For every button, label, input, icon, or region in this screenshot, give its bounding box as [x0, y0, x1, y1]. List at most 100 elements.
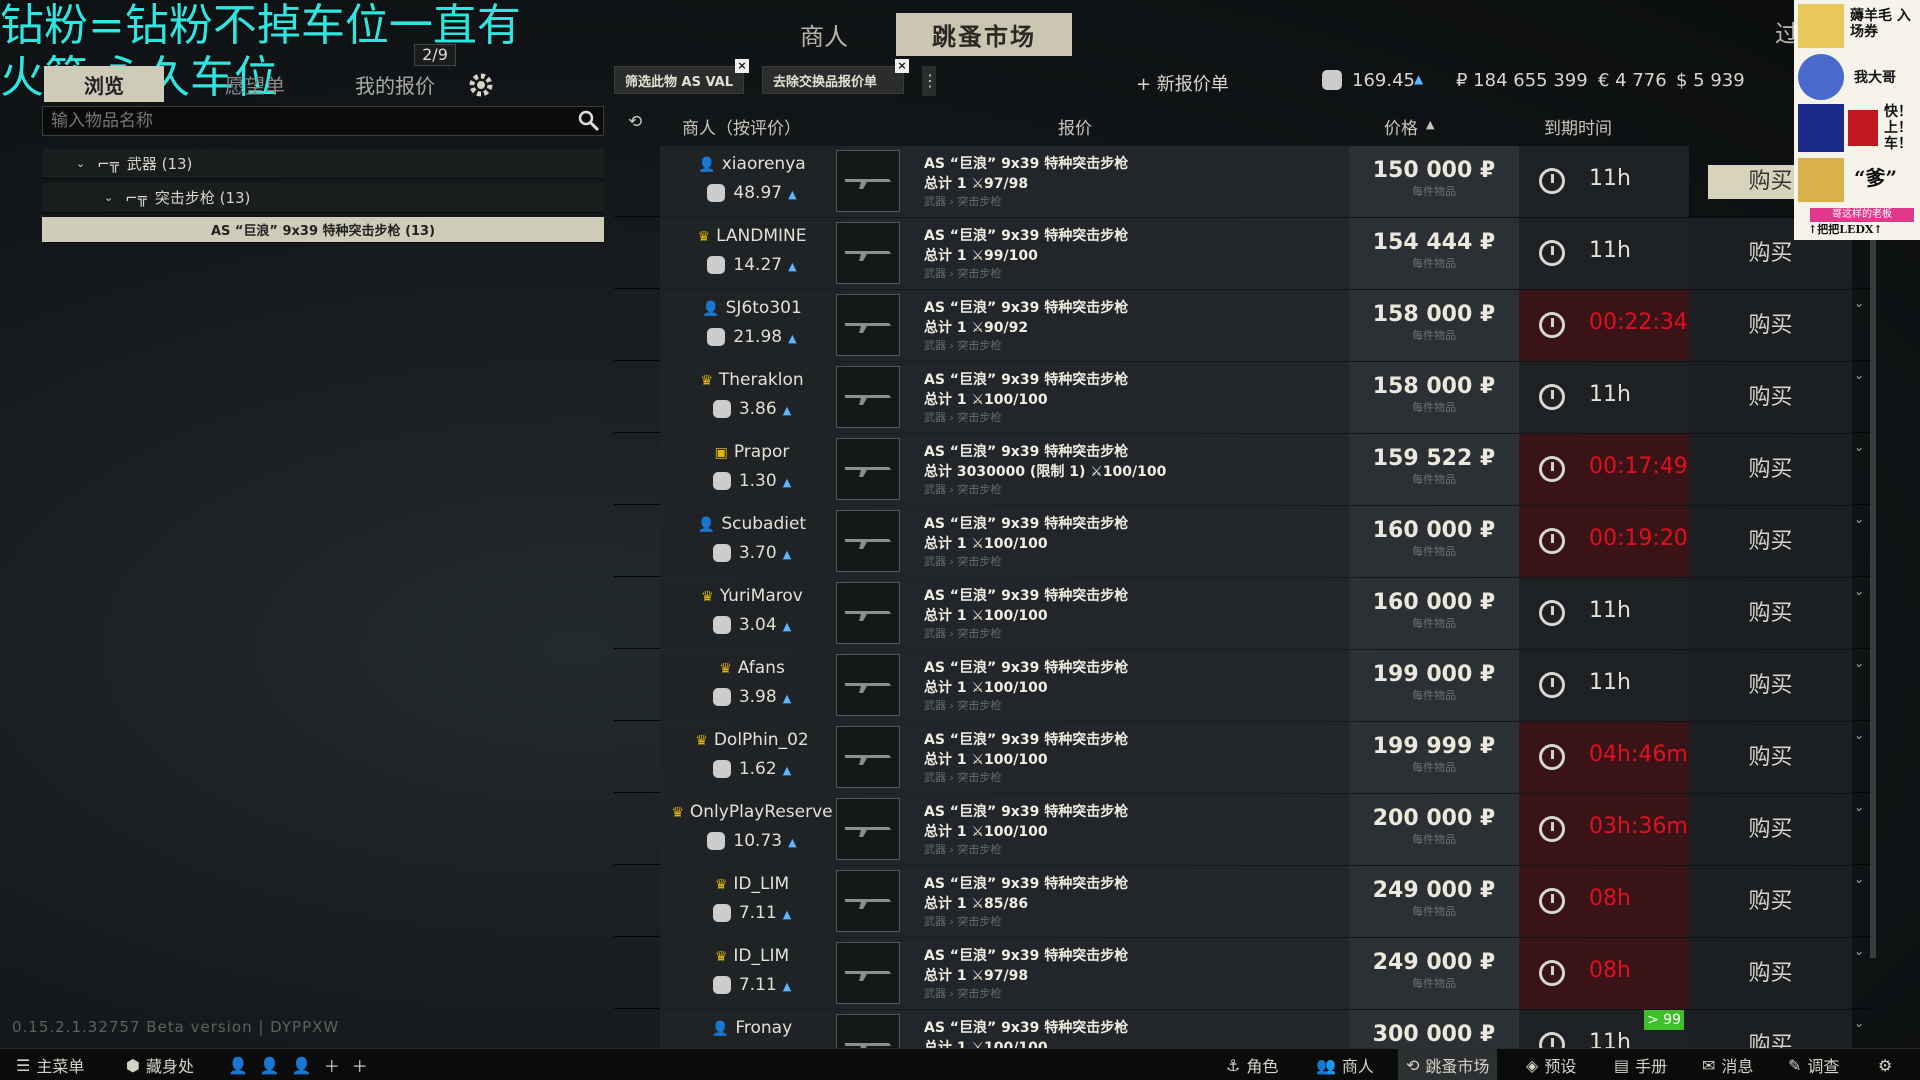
buy-button[interactable]: 购买: [1689, 290, 1852, 361]
chevron-down-icon[interactable]: ⌄: [1854, 800, 1864, 814]
buy-button[interactable]: 购买: [1689, 506, 1852, 577]
offer-row[interactable]: 👤 xiaorenya 48.97 ▲ AS “巨浪” 9x39 特种突击步枪 总计 1 …: [614, 146, 1870, 217]
seller-name[interactable]: ♛ Afans: [660, 658, 844, 678]
sort-expiry[interactable]: 到期时间: [1544, 114, 1612, 139]
seller-name[interactable]: ♛ DolPhin_02: [660, 730, 844, 750]
offer-row[interactable]: 👤 SJ6to301 21.98 ▲ AS “巨浪” 9x39 特种突击步枪 总计 1 ⚔…: [614, 290, 1870, 361]
chevron-down-icon[interactable]: ⌄: [1854, 512, 1864, 526]
seller-name[interactable]: 👤 Fronay: [660, 1018, 844, 1038]
rifle-thumbnail[interactable]: [836, 798, 900, 860]
rifle-thumbnail[interactable]: [836, 366, 900, 428]
more-options-icon[interactable]: ⋮: [922, 66, 938, 96]
user-icon[interactable]: 👤: [260, 1056, 280, 1075]
tree-item-assault-rifles[interactable]: ⌄ ⌐╦ 突击步枪 (13): [42, 183, 604, 213]
chevron-down-icon[interactable]: ⌄: [1854, 872, 1864, 886]
buy-button[interactable]: 购买: [1689, 362, 1852, 433]
seller-cell: ♛ LANDMINE 14.27 ▲: [660, 218, 844, 289]
survey-button[interactable]: ✎ 调查: [1788, 1049, 1839, 1080]
search-input[interactable]: [43, 107, 603, 135]
offer-row[interactable]: 👤 Scubadiet 3.70 ▲ AS “巨浪” 9x39 特种突击步枪 总计 1 ⚔…: [614, 506, 1870, 577]
seller-name[interactable]: 👤 SJ6to301: [660, 298, 844, 318]
chevron-down-icon[interactable]: ⌄: [1854, 728, 1864, 742]
seller-name[interactable]: 👤 xiaorenya: [660, 154, 844, 174]
seller-name[interactable]: ♛ ID_LIM: [660, 874, 844, 894]
seller-name[interactable]: 👤 Scubadiet: [660, 514, 844, 534]
scrollbar[interactable]: [1870, 148, 1876, 958]
rifle-thumbnail[interactable]: [836, 150, 900, 212]
filter-chip-as-val[interactable]: 筛选此物 AS VAL ×: [614, 59, 749, 94]
rifle-thumbnail[interactable]: [836, 222, 900, 284]
add-icon[interactable]: ＋: [324, 1053, 340, 1077]
rifle-thumbnail[interactable]: [836, 654, 900, 716]
chevron-down-icon[interactable]: ⌄: [1854, 584, 1864, 598]
flea-market-button[interactable]: ⟲ 跳蚤市场: [1398, 1049, 1498, 1080]
search-field[interactable]: [42, 106, 604, 136]
offer-row[interactable]: ♛ Afans 3.98 ▲ AS “巨浪” 9x39 特种突击步枪 总计 1 ⚔100/…: [614, 650, 1870, 721]
chevron-down-icon[interactable]: ⌄: [1854, 368, 1864, 382]
seller-name[interactable]: ♛ ID_LIM: [660, 946, 844, 966]
close-icon[interactable]: ×: [735, 59, 749, 73]
seller-name[interactable]: ▣ Prapor: [660, 442, 844, 462]
buy-button[interactable]: 购买: [1689, 866, 1852, 937]
close-icon[interactable]: ×: [895, 59, 909, 73]
user-icon[interactable]: 👤: [292, 1056, 312, 1075]
rifle-thumbnail[interactable]: [836, 438, 900, 500]
gear-icon[interactable]: [466, 70, 496, 100]
main-menu-button[interactable]: ☰ 主菜单: [16, 1049, 84, 1080]
rifle-thumbnail[interactable]: [836, 294, 900, 356]
buy-button[interactable]: 购买: [1689, 722, 1852, 793]
buy-button[interactable]: 购买: [1689, 938, 1852, 1009]
party-slots[interactable]: 👤 👤 👤 ＋ ＋: [228, 1049, 368, 1080]
buy-button[interactable]: 购买: [1689, 578, 1852, 649]
offer-row[interactable]: ♛ DolPhin_02 1.62 ▲ AS “巨浪” 9x39 特种突击步枪 总计 1 …: [614, 722, 1870, 793]
traders-button[interactable]: 👥 商人: [1316, 1049, 1374, 1080]
offer-row[interactable]: ♛ Theraklon 3.86 ▲ AS “巨浪” 9x39 特种突击步枪 总计 1 ⚔…: [614, 362, 1870, 433]
tree-item-as-val[interactable]: AS “巨浪” 9x39 特种突击步枪 (13): [42, 217, 604, 243]
character-button[interactable]: ⚓ 角色: [1226, 1049, 1278, 1080]
offer-row[interactable]: ♛ ID_LIM 7.11 ▲ AS “巨浪” 9x39 特种突击步枪 总计 1 ⚔85/…: [614, 866, 1870, 937]
rifle-thumbnail[interactable]: [836, 582, 900, 644]
chevron-down-icon[interactable]: ⌄: [1854, 296, 1864, 310]
refresh-icon[interactable]: ⟲: [628, 112, 642, 132]
sort-seller[interactable]: 商人（按评价）: [682, 114, 801, 139]
presets-button[interactable]: ◈ 预设: [1526, 1049, 1576, 1080]
rifle-thumbnail[interactable]: [836, 510, 900, 572]
buy-button[interactable]: 购买: [1689, 650, 1852, 721]
new-offer-button[interactable]: + 新报价单: [1136, 70, 1229, 96]
item-cell: AS “巨浪” 9x39 特种突击步枪 总计 1 ⚔97/98 武器 › 突击步枪: [844, 146, 1349, 217]
chevron-down-icon[interactable]: ⌄: [1854, 1016, 1864, 1030]
seller-name[interactable]: ♛ Theraklon: [660, 370, 844, 390]
tab-traders[interactable]: 商人: [800, 17, 848, 52]
tab-my-offers[interactable]: 我的报价: [340, 66, 450, 102]
search-icon[interactable]: [578, 110, 600, 132]
seller-name[interactable]: ♛ OnlyPlayReserve: [660, 802, 844, 822]
chevron-down-icon[interactable]: ⌄: [1854, 440, 1864, 454]
hideout-button[interactable]: ⬢ 藏身处: [126, 1049, 194, 1080]
tab-wishlist[interactable]: 愿望单: [210, 66, 300, 102]
user-icon[interactable]: 👤: [228, 1056, 248, 1075]
sort-price[interactable]: 价格: [1384, 114, 1418, 139]
rifle-thumbnail[interactable]: [836, 870, 900, 932]
handbook-button[interactable]: ▤ 手册: [1614, 1049, 1667, 1080]
buy-button[interactable]: 购买: [1689, 794, 1852, 865]
settings-button[interactable]: ⚙: [1878, 1049, 1892, 1080]
sort-offer[interactable]: 报价: [1058, 114, 1092, 139]
buy-button[interactable]: 购买: [1689, 434, 1852, 505]
offer-row[interactable]: ♛ LANDMINE 14.27 ▲ AS “巨浪” 9x39 特种突击步枪 总计 1 ⚔…: [614, 218, 1870, 289]
messages-button[interactable]: ✉ 消息: [1702, 1049, 1753, 1080]
offer-row[interactable]: ♛ OnlyPlayReserve 10.73 ▲ AS “巨浪” 9x39 特种突击步…: [614, 794, 1870, 865]
tab-flea-market[interactable]: 跳蚤市场: [896, 12, 1072, 56]
offer-row[interactable]: ♛ ID_LIM 7.11 ▲ AS “巨浪” 9x39 特种突击步枪 总计 1 ⚔97/…: [614, 938, 1870, 1009]
offer-row[interactable]: ▣ Prapor 1.30 ▲ AS “巨浪” 9x39 特种突击步枪 总计 303000…: [614, 434, 1870, 505]
filter-chip-barter[interactable]: 去除交换品报价单 ×: [762, 59, 909, 94]
tab-browse[interactable]: 浏览: [44, 66, 164, 102]
tree-item-weapons[interactable]: ⌄ ⌐╦ 武器 (13): [42, 149, 604, 179]
seller-name[interactable]: ♛ YuriMarov: [660, 586, 844, 606]
chevron-down-icon[interactable]: ⌄: [1854, 944, 1864, 958]
offer-row[interactable]: ♛ YuriMarov 3.04 ▲ AS “巨浪” 9x39 特种突击步枪 总计 1 ⚔…: [614, 578, 1870, 649]
add-icon[interactable]: ＋: [352, 1053, 368, 1077]
rifle-thumbnail[interactable]: [836, 726, 900, 788]
chevron-down-icon[interactable]: ⌄: [1854, 656, 1864, 670]
seller-name[interactable]: ♛ LANDMINE: [660, 226, 844, 246]
rifle-thumbnail[interactable]: [836, 942, 900, 1004]
